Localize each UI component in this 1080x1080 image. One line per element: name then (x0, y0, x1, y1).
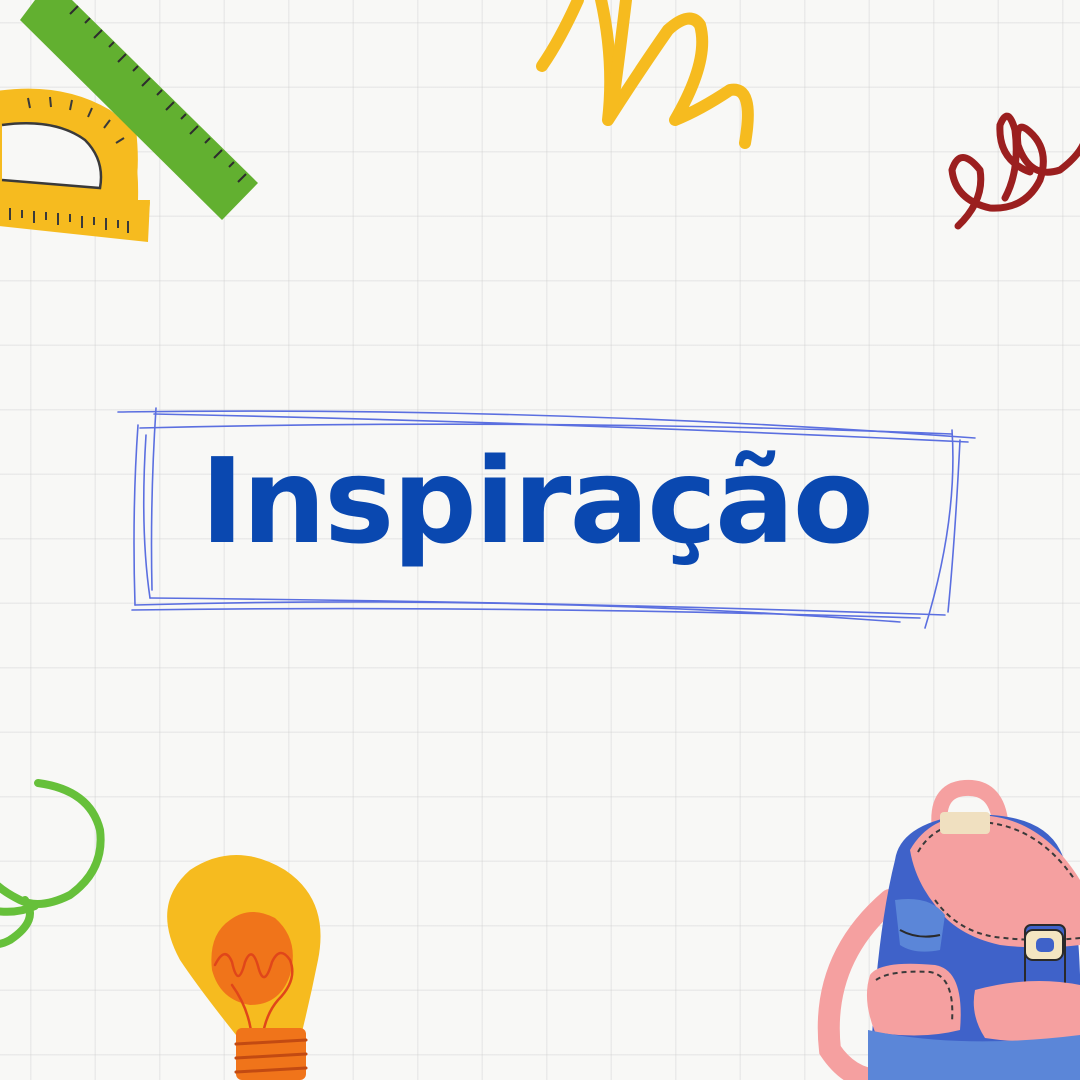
canvas: Inspiração (0, 0, 1080, 1080)
backpack-icon (817, 779, 1080, 1080)
